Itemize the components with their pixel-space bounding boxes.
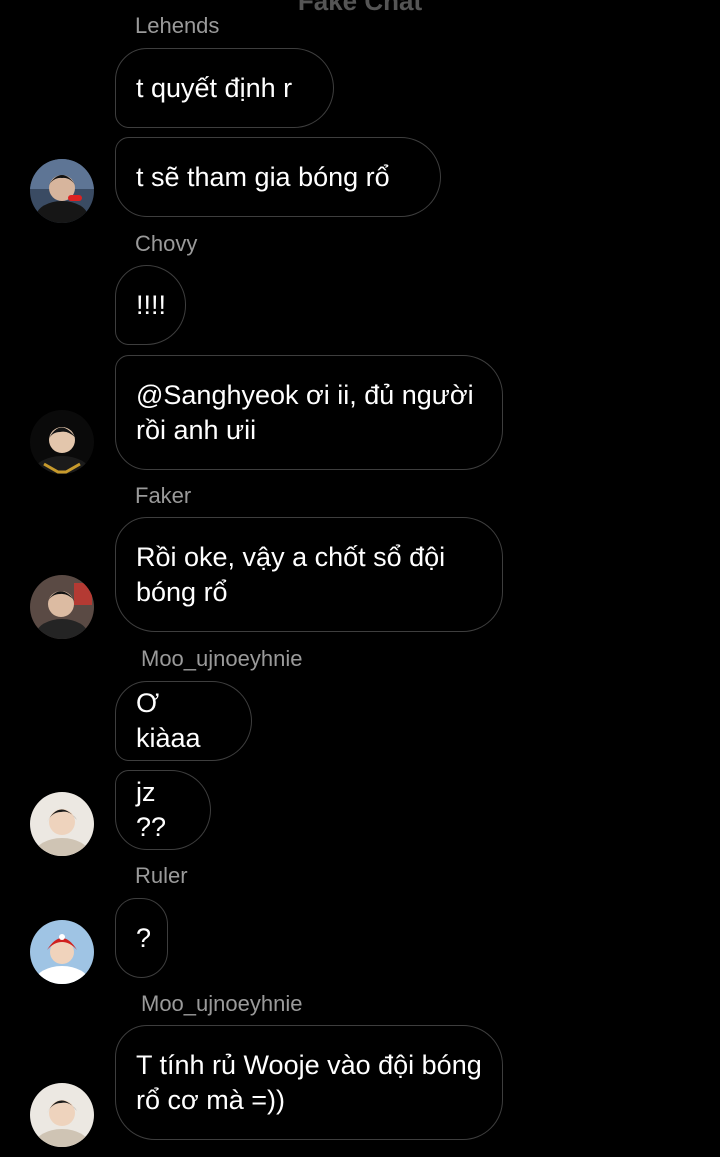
- message-bubble[interactable]: @Sanghyeok ơi ii, đủ người rồi anh ưii: [115, 355, 503, 470]
- avatar-photo-icon: [30, 920, 94, 984]
- avatar-photo-icon: [30, 792, 94, 856]
- avatar[interactable]: [30, 159, 94, 223]
- message-bubble[interactable]: jz ??: [115, 770, 211, 850]
- sender-name: Lehends: [135, 13, 220, 38]
- sender-name: Moo_ujnoeyhnie: [141, 991, 303, 1016]
- avatar-photo-icon: [30, 159, 94, 223]
- message-bubble[interactable]: Ơ kiàaa: [115, 681, 252, 761]
- message-bubble[interactable]: T tính rủ Wooje vào đội bóng rổ cơ mà =)…: [115, 1025, 503, 1140]
- avatar-photo-icon: [30, 575, 94, 639]
- avatar[interactable]: [30, 1083, 94, 1147]
- chat-title: Fake Chat: [297, 0, 423, 16]
- avatar-photo-icon: [30, 1083, 94, 1147]
- message-bubble[interactable]: !!!!: [115, 265, 186, 345]
- message-text: Rồi oke, vậy a chốt sổ đội bóng rổ: [136, 541, 446, 607]
- message-text: t sẽ tham gia bóng rổ: [136, 161, 390, 192]
- avatar[interactable]: [30, 920, 94, 984]
- message-bubble[interactable]: Rồi oke, vậy a chốt sổ đội bóng rổ: [115, 517, 503, 632]
- message-text: ?: [136, 922, 152, 953]
- message-bubble[interactable]: t sẽ tham gia bóng rổ: [115, 137, 441, 217]
- message-bubble[interactable]: t quyết định r: [115, 48, 334, 128]
- message-bubble[interactable]: ?: [115, 898, 168, 978]
- message-text: T tính rủ Wooje vào đội bóng rổ cơ mà =)…: [136, 1049, 482, 1115]
- avatar-photo-icon: [30, 410, 94, 474]
- message-text: !!!!: [136, 289, 167, 320]
- sender-name: Moo_ujnoeyhnie: [141, 646, 303, 671]
- message-text: t quyết định r: [136, 72, 293, 103]
- avatar[interactable]: [30, 792, 94, 856]
- sender-name: Ruler: [135, 863, 188, 888]
- avatar[interactable]: [30, 575, 94, 639]
- message-text: Ơ kiàaa: [136, 688, 201, 753]
- sender-name: Chovy: [135, 231, 198, 256]
- message-text: @Sanghyeok ơi ii, đủ người rồi anh ưii: [136, 379, 474, 445]
- message-text: jz ??: [136, 777, 167, 842]
- avatar[interactable]: [30, 410, 94, 474]
- sender-name: Faker: [135, 483, 192, 508]
